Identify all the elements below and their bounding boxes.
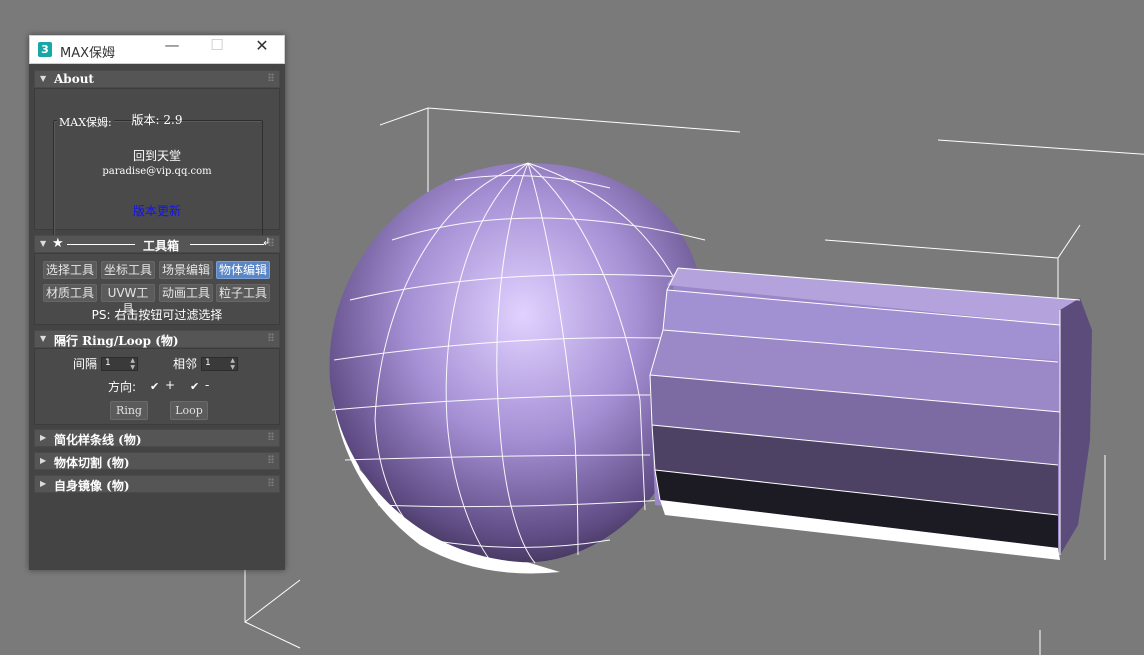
about-group-box	[53, 120, 263, 246]
app-icon: 3	[38, 42, 52, 57]
adjacent-value: 1	[205, 358, 211, 368]
tool-select-button[interactable]: 选择工具	[43, 261, 97, 279]
tool-coordinate-button[interactable]: 坐标工具	[101, 261, 155, 279]
collapsed-arrow-icon: ▶	[40, 433, 47, 442]
spinner-arrows-icon[interactable]: ▲ ▼	[130, 357, 135, 371]
grip-icon[interactable]	[268, 455, 274, 463]
rollout-ringloop-header[interactable]: ▼ 隔行 Ring/Loop (物)	[34, 330, 280, 348]
interval-label: 间隔	[73, 357, 98, 371]
direction-minus-checkbox[interactable]: ✔	[190, 381, 201, 392]
collapsed-arrow-icon: ▶	[40, 456, 47, 465]
rollout-toolbox-body: 选择工具 坐标工具 场景编辑 物体编辑 材质工具 UVW工具 动画工具 粒子工具…	[34, 253, 280, 325]
title-bar[interactable]: 3 MAX保姆 — ☐ ✕	[29, 35, 285, 64]
rollout-object-cut-label: 物体切割 (物)	[54, 456, 130, 470]
grip-icon[interactable]	[268, 238, 274, 246]
expanded-arrow-icon: ▼	[40, 74, 47, 83]
collapsed-arrow-icon: ▶	[40, 479, 47, 488]
direction-minus-label: -	[205, 378, 210, 392]
adjacent-label: 相邻	[173, 357, 198, 371]
window-title: MAX保姆	[60, 46, 116, 61]
rollout-about-label: About	[54, 72, 94, 86]
star-icon: ★	[52, 236, 64, 251]
rollout-about-body: MAX保姆: 版本: 2.9 回到天堂 paradise@vip.qq.com …	[34, 88, 280, 246]
rollout-object-cut-header[interactable]: ▶ 物体切割 (物)	[34, 452, 280, 470]
adjacent-spinner[interactable]: 1 ▲ ▼	[201, 357, 238, 371]
minimize-button[interactable]: —	[150, 36, 194, 64]
interval-value: 1	[105, 358, 111, 368]
toolbox-note: PS: 右击按钮可过滤选择	[91, 308, 223, 322]
rollout-ringloop-body: 间隔 1 ▲ ▼ 相邻 1 ▲ ▼ 方向: ✔ + ✔ - Ring Loop	[34, 348, 280, 425]
spinner-arrows-icon[interactable]: ▲ ▼	[230, 357, 235, 371]
rollout-toolbox-label: 工具箱	[143, 239, 180, 253]
rollout-simplify-spline-header[interactable]: ▶ 简化样条线 (物)	[34, 429, 280, 447]
ring-button[interactable]: Ring	[110, 401, 148, 420]
tool-uvw-button[interactable]: UVW工具	[101, 284, 155, 316]
cylinder-mesh[interactable]	[649, 267, 1092, 560]
direction-label: 方向:	[108, 380, 137, 394]
divider-left	[67, 244, 135, 245]
rollout-ringloop-label: 隔行 Ring/Loop (物)	[54, 334, 179, 348]
divider-right	[190, 244, 264, 245]
grip-icon[interactable]	[268, 432, 274, 440]
tool-scene-button[interactable]: 场景编辑	[159, 261, 213, 279]
loop-button[interactable]: Loop	[170, 401, 208, 420]
tool-animation-button[interactable]: 动画工具	[159, 284, 213, 302]
tool-particle-button[interactable]: 粒子工具	[216, 284, 270, 302]
email-text: paradise@vip.qq.com	[102, 166, 212, 177]
interval-spinner[interactable]: 1 ▲ ▼	[101, 357, 138, 371]
expanded-arrow-icon: ▼	[40, 239, 47, 248]
rollout-about-header[interactable]: ▼ About	[34, 70, 280, 88]
grip-icon[interactable]	[268, 478, 274, 486]
rollout-toolbox-header[interactable]: ▼ ★ 工具箱 ↲	[34, 235, 280, 253]
close-button[interactable]: ✕	[240, 36, 284, 64]
max-nanny-panel[interactable]: 3 MAX保姆 — ☐ ✕ ▼ About MAX保姆: 版本: 2.9 回到天…	[29, 35, 285, 570]
grip-icon[interactable]	[268, 333, 274, 341]
direction-plus-label: +	[165, 378, 176, 392]
tool-material-button[interactable]: 材质工具	[43, 284, 97, 302]
rollout-self-mirror-label: 自身镜像 (物)	[54, 479, 130, 493]
rollout-self-mirror-header[interactable]: ▶ 自身镜像 (物)	[34, 475, 280, 493]
version-text: 版本: 2.9	[131, 113, 183, 127]
back-text: 回到天堂	[132, 149, 181, 163]
direction-plus-checkbox[interactable]: ✔	[150, 381, 161, 392]
expanded-arrow-icon: ▼	[40, 334, 47, 343]
grip-icon[interactable]	[268, 73, 274, 81]
maximize-button[interactable]: ☐	[195, 36, 239, 64]
update-link[interactable]: 版本更新	[53, 202, 261, 219]
tool-object-edit-button[interactable]: 物体编辑	[216, 261, 270, 279]
rollout-simplify-spline-label: 简化样条线 (物)	[54, 433, 142, 447]
